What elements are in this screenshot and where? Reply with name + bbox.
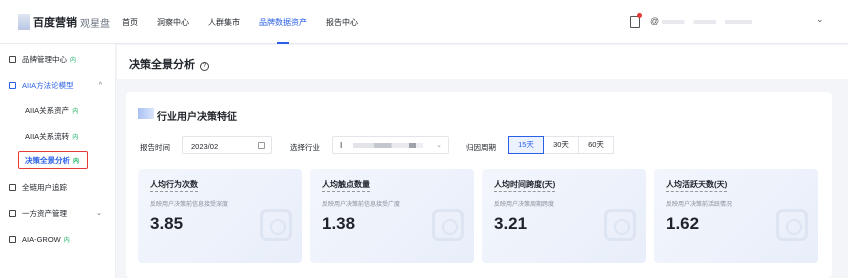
top-nav: 首页 洞察中心 人群集市 品牌数据资产 报告中心	[122, 0, 377, 44]
metric-description: 反映用户决策前活跃情况	[666, 202, 733, 208]
report-time-picker[interactable]: 2023/02	[182, 136, 272, 154]
chevron-down-icon[interactable]: ⌄	[816, 14, 824, 25]
metric-title[interactable]: 人均活跃天数(天)	[666, 179, 728, 192]
chevron-up-icon: ^	[98, 81, 102, 89]
sidebar-item-label: AIIA关系资产	[25, 105, 70, 115]
sidebar: 品牌管理中心 内 AIIA方法论模型 ^ AIIA关系资产 内 AIIA关系流转…	[0, 44, 116, 278]
metric-title[interactable]: 人均行为次数	[150, 179, 198, 192]
nav-audience[interactable]: 人群集市	[208, 0, 240, 44]
sidebar-item-label: AIIA关系流转	[25, 131, 70, 141]
top-bar: 百度营销 观星盘 首页 洞察中心 人群集市 品牌数据资产 报告中心 @ ⌄	[0, 0, 848, 44]
report-time-label: 报告时间	[140, 143, 170, 152]
chart-icon	[9, 81, 16, 89]
internal-tag: 内	[72, 108, 79, 115]
target-icon	[432, 209, 464, 241]
sidebar-item-decision-analysis[interactable]: 决策全景分析 内	[18, 151, 88, 169]
metric-title[interactable]: 人均时间跨度(天)	[494, 179, 556, 192]
sidebar-item-aiia-flow[interactable]: AIIA关系流转 内	[0, 127, 116, 145]
sidebar-item-label: 全链用户追踪	[22, 182, 67, 192]
sidebar-item-label: 决策全景分析	[25, 155, 70, 165]
sidebar-item-label: 品牌管理中心	[22, 54, 67, 64]
metric-value: 1.62	[666, 214, 700, 233]
sidebar-item-aiia-model[interactable]: AIIA方法论模型 ^	[0, 76, 116, 94]
period-60-button[interactable]: 60天	[578, 136, 614, 154]
metric-card-actions: 人均行为次数 反映用户决策前信息接受深度 3.85	[138, 169, 302, 263]
industry-value-redacted	[353, 143, 423, 148]
report-time-value: 2023/02	[191, 142, 219, 151]
metric-card-time-span: 人均时间跨度(天) 反映用户决策周期跨度 3.21	[482, 169, 646, 263]
metric-title[interactable]: 人均触点数量	[322, 179, 370, 192]
product-name: 观星盘	[80, 18, 110, 30]
user-account[interactable]: @	[650, 16, 659, 26]
help-icon[interactable]: ?	[200, 62, 209, 71]
database-icon	[9, 209, 16, 217]
metric-value: 3.21	[494, 214, 528, 233]
industry-label: 选择行业	[290, 143, 320, 152]
internal-tag: 内	[70, 57, 77, 64]
nav-reports[interactable]: 报告中心	[326, 0, 358, 44]
industry-value: I	[340, 141, 343, 150]
doc-icon	[9, 55, 16, 63]
image-icon	[776, 209, 808, 241]
industry-select[interactable]: I ⌄	[332, 136, 449, 154]
nav-brand-assets[interactable]: 品牌数据资产	[259, 0, 307, 44]
sidebar-item-aia-grow[interactable]: AIA-GROW 内	[0, 230, 116, 248]
sidebar-item-label: AIA-GROW	[22, 234, 61, 244]
section-title: 行业用户决策特征	[157, 112, 237, 123]
sidebar-item-label: 一方资产管理	[22, 208, 67, 218]
user-name-redacted	[662, 20, 752, 24]
logo-mark-icon	[18, 14, 30, 30]
metric-description: 反映用户决策周期跨度	[494, 202, 555, 208]
metric-description: 反映用户决策前信息接受广度	[322, 202, 401, 208]
internal-tag: 内	[72, 134, 79, 141]
grid-icon	[9, 235, 16, 243]
logo[interactable]: 百度营销 观星盘	[18, 14, 110, 30]
sidebar-item-aiia-assets[interactable]: AIIA关系资产 内	[0, 101, 116, 119]
link-icon	[9, 183, 16, 191]
metric-description: 反映用户决策前信息接受深度	[150, 202, 229, 208]
magnifier-icon	[260, 209, 292, 241]
nav-insight[interactable]: 洞察中心	[157, 0, 189, 44]
sidebar-item-label: AIIA方法论模型	[22, 80, 74, 90]
nav-home[interactable]: 首页	[122, 0, 138, 44]
notification-badge	[637, 13, 642, 18]
brand-name: 百度营销	[33, 17, 77, 29]
chevron-down-icon: ⌄	[436, 142, 442, 149]
metric-value: 1.38	[322, 214, 356, 233]
page-title-text: 决策全景分析	[129, 59, 195, 71]
section-bar-icon	[138, 108, 154, 119]
metric-card-touchpoints: 人均触点数量 反映用户决策前信息接受广度 1.38	[310, 169, 474, 263]
period-label: 归因周期	[466, 143, 496, 152]
sidebar-item-brand-center[interactable]: 品牌管理中心 内	[0, 50, 116, 68]
internal-tag: 内	[63, 237, 70, 244]
decision-feature-panel: 行业用户决策特征 报告时间 2023/02 选择行业 I ⌄ 归因周期 15天 …	[126, 92, 832, 278]
period-15-button[interactable]: 15天	[508, 136, 544, 154]
chevron-down-icon: ⌄	[96, 210, 102, 217]
calendar-icon	[258, 142, 265, 149]
metric-value: 3.85	[150, 214, 184, 233]
period-30-button[interactable]: 30天	[543, 136, 579, 154]
page-header: 决策全景分析?	[117, 45, 848, 79]
calendar-icon	[604, 209, 636, 241]
internal-tag: 内	[73, 158, 80, 165]
sidebar-item-first-party[interactable]: 一方资产管理 ⌄	[0, 204, 116, 222]
page-title: 决策全景分析?	[129, 56, 209, 72]
metric-card-active-days: 人均活跃天数(天) 反映用户决策前活跃情况 1.62	[654, 169, 818, 263]
sidebar-item-user-tracking[interactable]: 全链用户追踪	[0, 178, 116, 196]
